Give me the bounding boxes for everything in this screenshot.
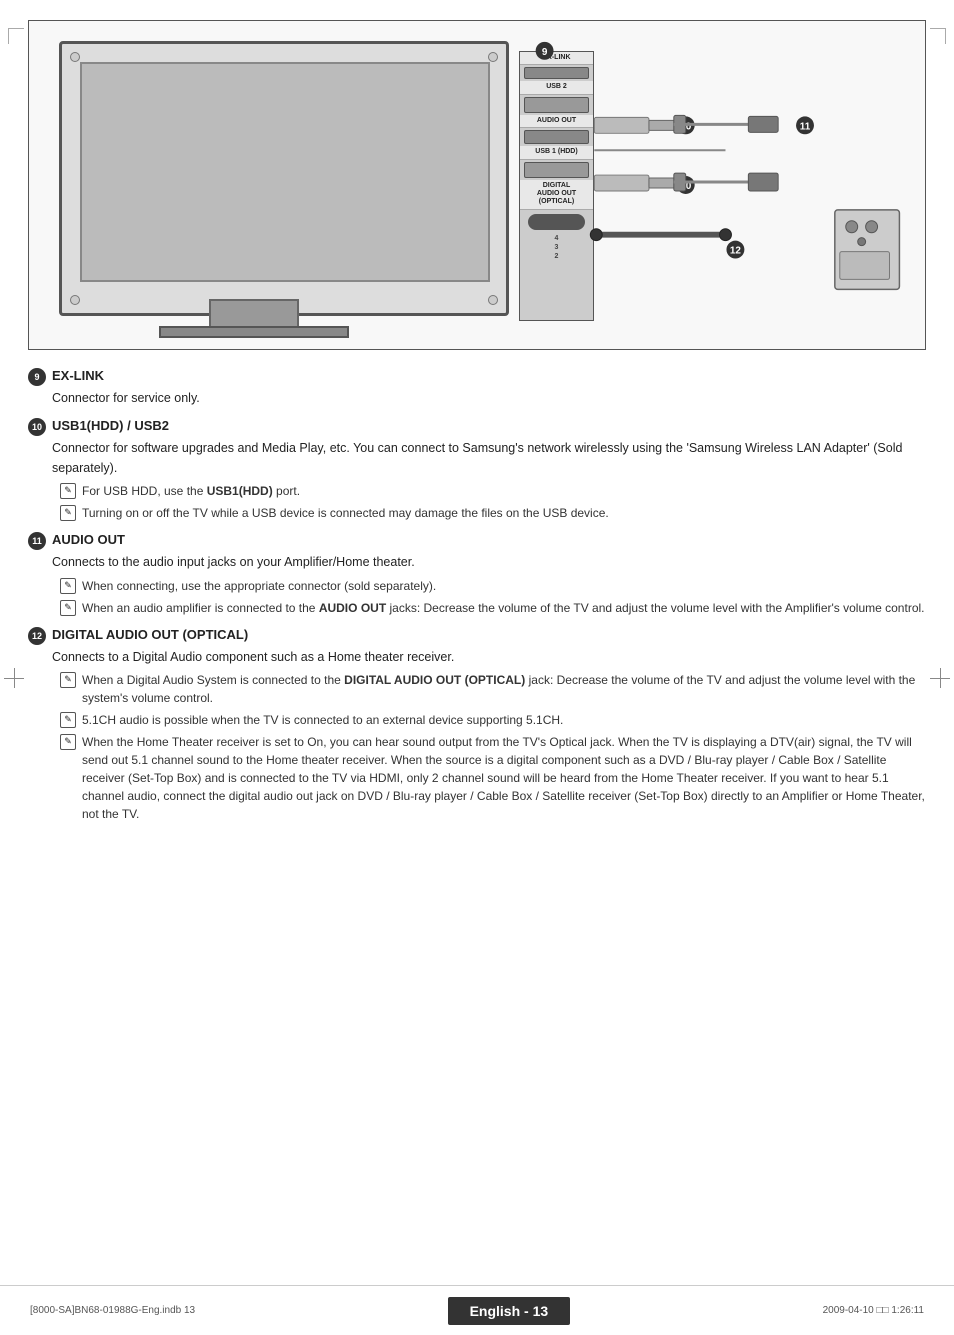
svg-text:10: 10: [680, 121, 692, 132]
port-exlink-slot: [524, 67, 589, 79]
crosshair-right: [930, 668, 950, 688]
crosshair-left: [4, 668, 24, 688]
section-12-number: 12: [28, 627, 46, 645]
section-10-note-2: ✎ Turning on or off the TV while a USB d…: [60, 504, 926, 522]
port-panel: EX-LINK USB 2 AUDIO OUT USB 1 (HDD) DIGI…: [519, 51, 594, 321]
section-11-body: Connects to the audio input jacks on you…: [52, 553, 926, 616]
note-icon-1: ✎: [60, 483, 76, 499]
tv-screen: [80, 62, 490, 282]
content-area: 9 EX-LINK Connector for service only. 10…: [28, 368, 926, 823]
screw-tl: [70, 52, 80, 62]
port-label-2: 2: [520, 252, 593, 261]
section-12-title: DIGITAL AUDIO OUT (OPTICAL): [52, 627, 248, 642]
section-12-body: Connects to a Digital Audio component su…: [52, 648, 926, 823]
port-audioout-slot: [524, 130, 589, 144]
note-icon-3: ✎: [60, 578, 76, 594]
section-9-title: EX-LINK: [52, 368, 104, 383]
footer-left-text: [8000-SA]BN68-01988G-Eng.indb 13: [30, 1305, 195, 1316]
tv-stand: [209, 299, 299, 329]
section-11-body-text: Connects to the audio input jacks on you…: [52, 555, 415, 569]
section-9: 9 EX-LINK Connector for service only.: [28, 368, 926, 408]
port-usb1-slot: [524, 162, 589, 178]
port-label-audioout: AUDIO OUT: [520, 115, 593, 128]
note-icon-6: ✎: [60, 712, 76, 728]
port-label-usb2: USB 2: [520, 81, 593, 94]
svg-text:11: 11: [800, 121, 811, 132]
section-10-note-1-text: For USB HDD, use the USB1(HDD) port.: [82, 482, 926, 500]
footer-right-text: 2009-04-10 □□ 1:26:11: [823, 1305, 924, 1316]
section-12-note-1: ✎ When a Digital Audio System is connect…: [60, 671, 926, 707]
screw-br: [488, 295, 498, 305]
note-icon-2: ✎: [60, 505, 76, 521]
section-11-note-1: ✎ When connecting, use the appropriate c…: [60, 577, 926, 595]
section-10-title: USB1(HDD) / USB2: [52, 418, 169, 433]
section-11-header: 11 AUDIO OUT: [28, 532, 926, 550]
section-11-note-2: ✎ When an audio amplifier is connected t…: [60, 599, 926, 617]
note-icon-5: ✎: [60, 672, 76, 688]
section-10-body-text: Connector for software upgrades and Medi…: [52, 441, 902, 474]
section-10-number: 10: [28, 418, 46, 436]
section-10-header: 10 USB1(HDD) / USB2: [28, 418, 926, 436]
section-10-note-1: ✎ For USB HDD, use the USB1(HDD) port.: [60, 482, 926, 500]
section-12-note-2: ✎ 5.1CH audio is possible when the TV is…: [60, 711, 926, 729]
footer: [8000-SA]BN68-01988G-Eng.indb 13 English…: [0, 1285, 954, 1335]
section-12-note-3-text: When the Home Theater receiver is set to…: [82, 733, 926, 823]
footer-center-text: English - 13: [448, 1297, 571, 1325]
section-11-note-1-text: When connecting, use the appropriate con…: [82, 577, 926, 595]
section-12-header: 12 DIGITAL AUDIO OUT (OPTICAL): [28, 627, 926, 645]
section-11-number: 11: [28, 532, 46, 550]
screw-tr: [488, 52, 498, 62]
screw-bl: [70, 295, 80, 305]
corner-mark-tr: [930, 28, 946, 44]
section-9-body: Connector for service only.: [52, 389, 926, 408]
section-12-note-3: ✎ When the Home Theater receiver is set …: [60, 733, 926, 823]
port-label-digital: DIGITALAUDIO OUT(OPTICAL): [520, 180, 593, 210]
tv-body: [59, 41, 509, 316]
port-label-exlink: EX-LINK: [520, 52, 593, 65]
page-inner: EX-LINK USB 2 AUDIO OUT USB 1 (HDD) DIGI…: [28, 20, 926, 823]
section-11-note-2-text: When an audio amplifier is connected to …: [82, 599, 926, 617]
section-11-title: AUDIO OUT: [52, 532, 125, 547]
diagram-box: EX-LINK USB 2 AUDIO OUT USB 1 (HDD) DIGI…: [28, 20, 926, 350]
section-10: 10 USB1(HDD) / USB2 Connector for softwa…: [28, 418, 926, 522]
section-11: 11 AUDIO OUT Connects to the audio input…: [28, 532, 926, 616]
section-12-note-2-text: 5.1CH audio is possible when the TV is c…: [82, 711, 926, 729]
section-12-body-text: Connects to a Digital Audio component su…: [52, 650, 454, 664]
port-label-3: 3: [520, 243, 593, 252]
port-label-usb1: USB 1 (HDD): [520, 146, 593, 159]
note-icon-4: ✎: [60, 600, 76, 616]
tv-base: [159, 326, 349, 338]
section-10-note-2-text: Turning on or off the TV while a USB dev…: [82, 504, 926, 522]
port-usb2-slot: [524, 97, 589, 113]
section-10-body: Connector for software upgrades and Medi…: [52, 439, 926, 522]
section-9-header: 9 EX-LINK: [28, 368, 926, 386]
svg-text:12: 12: [730, 246, 742, 257]
section-9-number: 9: [28, 368, 46, 386]
section-9-body-text: Connector for service only.: [52, 391, 200, 405]
corner-mark-tl: [8, 28, 24, 44]
note-icon-7: ✎: [60, 734, 76, 750]
section-12: 12 DIGITAL AUDIO OUT (OPTICAL) Connects …: [28, 627, 926, 823]
port-optical-slot: [528, 214, 585, 230]
section-12-note-1-text: When a Digital Audio System is connected…: [82, 671, 926, 707]
port-label-4: 4: [520, 234, 593, 243]
svg-text:10: 10: [680, 181, 692, 192]
